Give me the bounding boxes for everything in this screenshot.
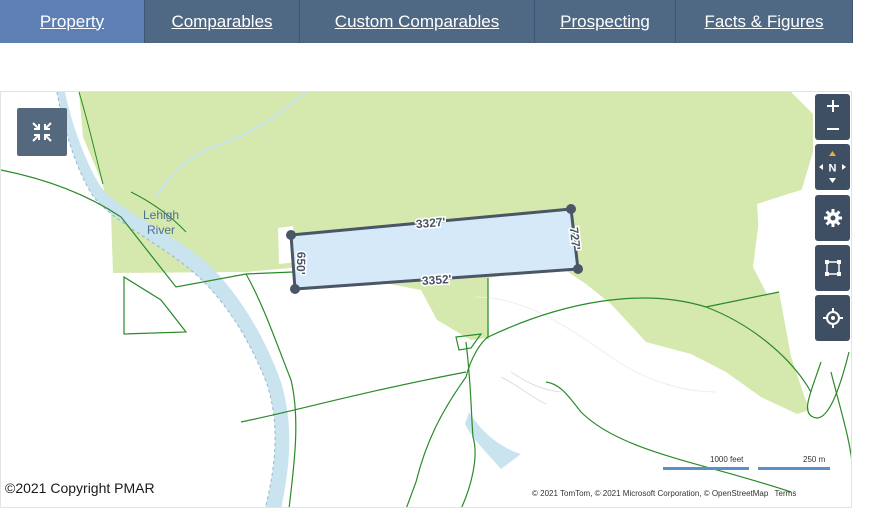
settings-button[interactable]: [815, 195, 850, 241]
draw-rectangle-button[interactable]: [815, 245, 850, 291]
river-label: Lehigh River: [143, 208, 179, 237]
map-view[interactable]: 3327' 3352' 650' 727' Lehigh River N 100…: [0, 91, 852, 508]
tab-comparables[interactable]: Comparables: [145, 0, 300, 43]
parcel-vertex: [566, 204, 576, 214]
copyright-text: ©2021 Copyright PMAR: [5, 480, 155, 496]
parcel-dim-left: 650': [294, 251, 309, 274]
parcel-vertex: [290, 284, 300, 294]
zoom-control: [815, 94, 850, 140]
compass-control[interactable]: N: [815, 144, 850, 190]
map-canvas[interactable]: 3327' 3352' 650' 727' Lehigh River: [1, 92, 852, 508]
plus-icon: [826, 99, 839, 112]
parcel-dim-right: 727': [567, 226, 583, 250]
parcel-dim-top: 3327': [415, 215, 446, 232]
collapse-map-button[interactable]: [17, 108, 67, 156]
draw-rectangle-icon: [824, 260, 841, 276]
tab-bar: Property Comparables Custom Comparables …: [0, 0, 853, 43]
parcel-vertex: [573, 264, 583, 274]
zoom-out-button[interactable]: [826, 117, 840, 140]
scale-label-metric: 250 m: [803, 455, 826, 464]
scale-label-imperial: 1000 feet: [710, 455, 744, 464]
tab-custom-comparables[interactable]: Custom Comparables: [300, 0, 535, 43]
river-label-line2: River: [147, 223, 175, 237]
contour-line: [500, 376, 547, 405]
contour-line: [510, 371, 562, 393]
collapse-icon: [32, 122, 52, 142]
scale-bar-imperial: [663, 467, 749, 470]
parcel-vertex: [286, 230, 296, 240]
river-label-line1: Lehigh: [143, 208, 179, 222]
minus-icon: [826, 127, 839, 130]
gear-icon: [823, 209, 842, 227]
tab-prospecting[interactable]: Prospecting: [535, 0, 676, 43]
parcel-dim-bottom: 3352': [421, 272, 452, 288]
locate-button[interactable]: [815, 295, 850, 341]
terms-link[interactable]: Terms: [775, 489, 797, 498]
crosshair-icon: [822, 308, 843, 328]
compass-north-label: N: [829, 163, 837, 175]
scale-bar-metric: [758, 467, 830, 470]
zoom-in-button[interactable]: [826, 94, 840, 117]
map-attribution: © 2021 TomTom, © 2021 Microsoft Corporat…: [532, 489, 796, 498]
clearing-east: [757, 186, 813, 288]
attribution-text: © 2021 TomTom, © 2021 Microsoft Corporat…: [532, 489, 769, 498]
tab-property[interactable]: Property: [0, 0, 145, 43]
tab-facts-figures[interactable]: Facts & Figures: [676, 0, 853, 43]
compass-icon: N: [819, 151, 846, 183]
